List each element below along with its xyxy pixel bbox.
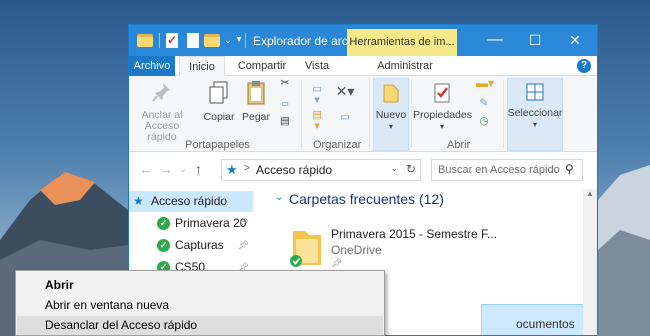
breadcrumb-path[interactable]: Acceso rápido xyxy=(256,163,332,177)
move-to-icon[interactable]: ▭ ▾ xyxy=(307,84,327,106)
selected-folder-tile[interactable]: ocumentos xyxy=(481,304,597,335)
new-button[interactable]: Nuevo ▾ xyxy=(373,82,409,132)
tab-compartir[interactable]: Compartir xyxy=(231,56,293,76)
context-menu: Abrir Abrir en ventana nueva Desanclar d… xyxy=(15,270,385,336)
chevron-down-icon: ▾ xyxy=(388,122,393,131)
nav-item-label: Primavera 20 xyxy=(175,216,247,230)
nav-item-capturas[interactable]: ✓ Capturas 📌︎ xyxy=(129,235,253,256)
tab-inicio[interactable]: Inicio xyxy=(179,56,225,76)
search-icon: ⚲ xyxy=(565,162,574,176)
properties-icon xyxy=(434,83,450,103)
maximize-button[interactable]: ☐ xyxy=(515,25,555,56)
new-label: Nuevo xyxy=(375,109,407,121)
pin-quick-access-label: Anclar al Acceso rápido xyxy=(141,109,183,143)
folder-icon xyxy=(290,231,321,267)
address-dropdown-icon[interactable]: ⌄ xyxy=(390,163,398,174)
copy-to-icon[interactable]: ▤ ▾ xyxy=(307,110,327,132)
folder-icon[interactable] xyxy=(137,34,153,47)
paste-label: Pegar xyxy=(241,111,271,123)
group-separator xyxy=(301,80,302,148)
address-bar[interactable]: ★ > Acceso rápido ⌄ ↻ xyxy=(221,159,421,181)
select-grid-icon xyxy=(526,83,544,101)
close-button[interactable]: ✕ xyxy=(555,25,595,56)
group-separator xyxy=(411,80,412,148)
toolbar-separator xyxy=(245,33,246,48)
new-folder-icon[interactable] xyxy=(187,33,199,48)
ribbon: Anclar al Acceso rápido Copiar Pegar ✂ ▭… xyxy=(129,76,597,152)
forward-arrow-icon[interactable]: → xyxy=(159,161,173,177)
cut-icon[interactable]: ✂ xyxy=(277,78,293,89)
group-label-abrir: Abrir xyxy=(447,139,471,151)
menu-item-desanclar[interactable]: Desanclar del Acceso rápido xyxy=(17,316,383,335)
folder-location: OneDrive xyxy=(331,243,382,257)
pin-quick-access-button[interactable]: Anclar al Acceso rápido xyxy=(133,80,191,143)
sync-check-icon: ✓ xyxy=(157,217,170,230)
address-row: ← → ⌄ ↑ ★ > Acceso rápido ⌄ ↻ Buscar en … xyxy=(129,155,597,185)
open-icon[interactable]: ▬▾ xyxy=(475,77,495,89)
properties-icon[interactable]: ✓ xyxy=(166,33,178,48)
edit-icon[interactable]: ✎ xyxy=(477,98,491,109)
properties-button[interactable]: Propiedades ▾ xyxy=(413,82,472,132)
refresh-icon[interactable]: ↻ xyxy=(406,162,416,176)
rename-icon[interactable]: ▭ xyxy=(337,112,353,123)
folder-name: ocumentos xyxy=(516,317,575,331)
pin-icon: 📌︎ xyxy=(237,240,249,250)
recent-locations-icon[interactable]: ⌄ xyxy=(179,164,187,175)
tab-vista[interactable]: Vista xyxy=(297,56,337,76)
pin-icon: 📌︎ xyxy=(237,218,249,228)
folder-tile[interactable]: Primavera 2015 - Semestre F... OneDrive … xyxy=(287,225,497,275)
copy-path-icon[interactable]: ▭ xyxy=(277,98,293,109)
back-arrow-icon[interactable]: ← xyxy=(139,161,153,177)
star-icon: ★ xyxy=(133,194,144,208)
copy-icon xyxy=(209,81,228,104)
toolbar-separator xyxy=(159,33,160,48)
nav-item-label: Acceso rápido xyxy=(151,194,228,208)
collapse-chevron-icon[interactable]: ⌄ xyxy=(275,192,283,203)
copy-button[interactable]: Copiar xyxy=(199,80,239,123)
paste-button[interactable]: Pegar xyxy=(241,80,271,123)
nav-item-label: Capturas xyxy=(175,238,224,252)
select-label: Seleccionar xyxy=(507,107,563,119)
breadcrumb-chevron-icon: > xyxy=(244,163,250,174)
pin-icon: 📌︎ xyxy=(331,258,343,268)
copy-label: Copiar xyxy=(203,111,235,123)
paste-shortcut-icon[interactable]: ▤ xyxy=(277,116,293,127)
group-label-portapapeles: Portapapeles xyxy=(185,139,250,151)
folder-icon[interactable] xyxy=(204,34,220,47)
minimize-button[interactable]: — xyxy=(475,25,515,56)
clipboard-icon xyxy=(247,81,265,105)
sync-check-icon: ✓ xyxy=(157,239,170,252)
delete-icon[interactable]: ✕▾ xyxy=(335,84,355,98)
new-item-icon xyxy=(383,84,399,103)
menu-item-abrir[interactable]: Abrir xyxy=(17,276,383,295)
ribbon-tabs: Archivo Inicio Compartir Vista Administr… xyxy=(129,56,597,76)
tab-administrar[interactable]: Administrar xyxy=(363,56,447,76)
nav-item-acceso-rapido[interactable]: ★ Acceso rápido xyxy=(129,191,253,212)
scrollbar[interactable]: ▲ xyxy=(583,189,597,335)
tab-herramientas-imagen[interactable]: Herramientas de im... xyxy=(347,29,457,56)
title-bar: ✓ ⌄ ▾ Explorador de arch... Herramientas… xyxy=(129,25,597,56)
group-separator xyxy=(369,80,370,148)
properties-label: Propiedades xyxy=(413,109,472,121)
scroll-up-icon[interactable]: ▲ xyxy=(586,189,594,198)
folder-name: Primavera 2015 - Semestre F... xyxy=(331,227,498,241)
group-separator xyxy=(503,80,504,148)
menu-item-abrir-ventana-nueva[interactable]: Abrir en ventana nueva xyxy=(17,296,383,315)
nav-item-primavera[interactable]: ✓ Primavera 20 📌︎ xyxy=(129,213,253,234)
chevron-down-icon: ▾ xyxy=(532,120,537,129)
search-input[interactable]: Buscar en Acceso rápido xyxy=(431,159,583,181)
star-icon: ★ xyxy=(226,162,238,177)
help-icon[interactable]: ? xyxy=(577,59,591,73)
chevron-down-icon: ▾ xyxy=(439,122,444,131)
group-label-organizar: Organizar xyxy=(313,139,362,151)
section-title[interactable]: Carpetas frecuentes (12) xyxy=(289,191,444,207)
history-icon[interactable]: ◷ xyxy=(477,116,491,127)
select-button[interactable]: Seleccionar ▾ xyxy=(507,82,563,130)
pin-icon xyxy=(152,83,170,102)
up-arrow-icon[interactable]: ↑ xyxy=(195,161,202,177)
tab-archivo[interactable]: Archivo xyxy=(129,56,175,76)
